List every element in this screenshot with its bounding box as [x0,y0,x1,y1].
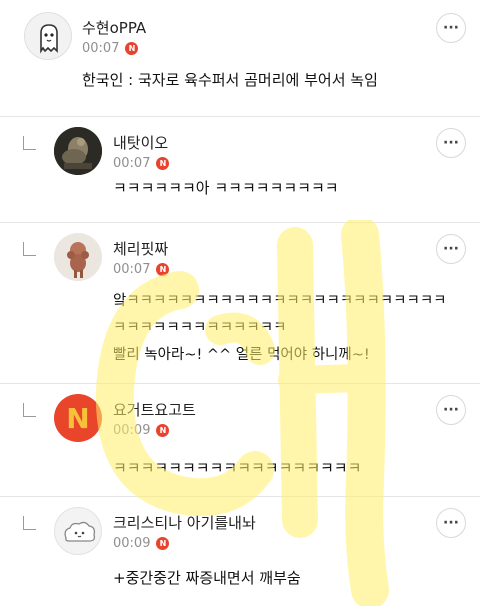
comment-item: 수현oPPA 00:07 N 한국인 : 국자로 육수퍼서 곰머리에 부어서 녹… [0,0,480,116]
more-options-button[interactable]: ··· [436,395,466,425]
reply-arrow-icon [23,242,36,256]
comment-time: 00:09 [113,536,151,551]
comment-text-line: 앜ㅋㅋㅋㅋㅋㅋㅋㅋㅋㅋㅋㅋㅋㅋㅋㅋㅋㅋㅋㅋㅋㅋㅋㅋ [113,293,447,309]
comment-text-line: ㅋㅋㅋㅋㅋㅋㅋㅋㅋㅋㅋㅋㅋ [113,320,287,336]
comment-time: 00:07 [82,41,120,56]
letter-n-logo-icon: N [66,401,90,435]
comment-time: 00:07 [113,262,151,277]
reply-item: 내탓이오 00:07 N ㅋㅋㅋㅋㅋㅋ아 ㅋㅋㅋㅋㅋㅋㅋㅋㅋ ··· [0,117,480,222]
comment-author[interactable]: 체리핏짜 [113,238,168,259]
new-badge: N [156,157,170,170]
comment-text-line: ㅋㅋㅋㅋㅋㅋㅋㅋㅋㅋㅋㅋㅋㅋㅋㅋㅋㅋ [113,459,362,477]
reply-item: 체리핏짜 00:07 N 앜ㅋㅋㅋㅋㅋㅋㅋㅋㅋㅋㅋㅋㅋㅋㅋㅋㅋㅋㅋㅋㅋㅋㅋㅋ ㅋ… [0,223,480,383]
comment-meta: 00:07 N [113,262,170,277]
comment-time: 00:07 [113,156,151,171]
new-badge: N [156,263,170,276]
avatar[interactable] [54,507,102,555]
comment-meta: 00:07 N [113,156,170,171]
avatar[interactable]: N [54,394,102,442]
comment-text: +중간중간 짜증내면서 깨부숨 [113,565,301,592]
reply-item: N 요거트요고트 00:09 N ㅋㅋㅋㅋㅋㅋㅋㅋㅋㅋㅋㅋㅋㅋㅋㅋㅋㅋ ··· [0,384,480,496]
comment-text: ㅋㅋㅋㅋㅋㅋㅋㅋㅋㅋㅋㅋㅋㅋㅋㅋㅋㅋ [113,455,361,482]
comment-text-line: 빨리 녹아라~! ^^ 얼른 먹어야 하니께~! [113,347,370,363]
comment-text: 한국인 : 국자로 육수퍼서 곰머리에 부어서 녹임 [82,67,378,94]
reply-arrow-icon [23,136,36,150]
comment-author[interactable]: 수현oPPA [82,17,146,38]
more-dots-icon: ··· [443,241,459,257]
reply-arrow-icon [23,403,36,417]
reply-item: 크리스티나 아기를내놔 00:09 N +중간중간 짜증내면서 깨부숨 ··· [0,497,480,606]
new-badge: N [156,424,170,437]
more-options-button[interactable]: ··· [436,128,466,158]
comment-text: ㅋㅋㅋㅋㅋㅋ아 ㅋㅋㅋㅋㅋㅋㅋㅋㅋ [113,175,339,202]
cloud-creature-icon [64,521,96,542]
comment-meta: 00:09 N [113,536,170,551]
more-dots-icon: ··· [443,402,459,418]
comment-text-line: ㅋㅋㅋㅋㅋㅋ아 ㅋㅋㅋㅋㅋㅋㅋㅋㅋ [113,179,339,197]
avatar[interactable] [24,12,72,60]
comment-text: 앜ㅋㅋㅋㅋㅋㅋㅋㅋㅋㅋㅋㅋㅋㅋㅋㅋㅋㅋㅋㅋㅋㅋㅋㅋ ㅋㅋㅋㅋㅋㅋㅋㅋㅋㅋㅋㅋㅋ … [113,288,447,369]
more-dots-icon: ··· [443,515,459,531]
comment-text-line: 한국인 : 국자로 육수퍼서 곰머리에 부어서 녹임 [82,71,378,89]
comment-meta: 00:07 N [82,41,139,56]
more-options-button[interactable]: ··· [436,508,466,538]
ghost-mascot-icon [40,24,58,54]
poodle-photo-icon [54,233,102,281]
comment-author[interactable]: 요거트요고트 [113,399,196,420]
more-options-button[interactable]: ··· [436,234,466,264]
more-options-button[interactable]: ··· [436,13,466,43]
new-badge: N [125,42,139,55]
avatar[interactable] [54,233,102,281]
avatar[interactable] [54,127,102,175]
new-badge: N [156,537,170,550]
comment-author[interactable]: 내탓이오 [113,132,168,153]
reply-arrow-icon [23,516,36,530]
sculpture-photo-icon [54,127,102,175]
more-dots-icon: ··· [443,135,459,151]
more-dots-icon: ··· [443,20,459,36]
comment-meta: 00:09 N [113,423,170,438]
comment-time: 00:09 [113,423,151,438]
comment-text-line: +중간중간 짜증내면서 깨부숨 [113,569,301,587]
comment-author[interactable]: 크리스티나 아기를내놔 [113,512,256,533]
